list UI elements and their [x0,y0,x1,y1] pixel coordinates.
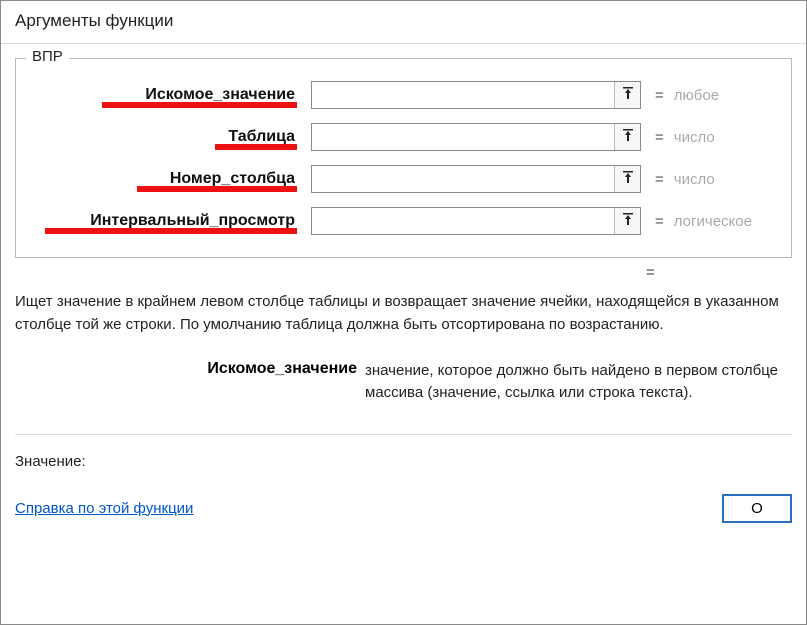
type-hint-table: число [674,129,715,146]
dialog-bottom-row: Справка по этой функции О [1,494,806,537]
function-description: Ищет значение в крайнем левом столбце та… [1,287,806,350]
highlight [215,144,297,150]
arg-label-table: Таблица [24,128,299,146]
parameter-name: Искомое_значение [15,360,365,404]
range-selector-button[interactable] [614,124,640,150]
ok-button[interactable]: О [722,494,792,523]
result-label: Значение: [1,453,806,494]
arg-row-range-lookup: Интервальный_просмотр = логическое [24,207,783,235]
arg-input-table[interactable] [312,124,614,150]
range-selector-icon [621,87,635,104]
arg-row-table: Таблица = число [24,123,783,151]
arg-row-col-index: Номер_столбца = число [24,165,783,193]
equals-sign: = [655,87,664,104]
arg-input-range-lookup[interactable] [312,208,614,234]
type-hint-lookup-value: любое [674,87,719,104]
arg-input-wrap-range-lookup [311,207,641,235]
function-arguments-dialog: Аргументы функции ВПР Искомое_значение [0,0,807,625]
type-hint-range-lookup: логическое [674,213,752,230]
highlight [45,228,297,234]
equals-sign: = [655,129,664,146]
arguments-fieldset: ВПР Искомое_значение [15,58,792,258]
range-selector-button[interactable] [614,82,640,108]
parameter-text: значение, которое должно быть найдено в … [365,360,806,404]
help-link[interactable]: Справка по этой функции [15,500,193,517]
arg-input-wrap-col-index [311,165,641,193]
highlight [137,186,297,192]
highlight [102,102,297,108]
arg-label-range-lookup: Интервальный_просмотр [24,212,299,230]
equals-sign: = [646,264,655,281]
equals-sign: = [655,171,664,188]
arg-label-lookup-value: Искомое_значение [24,86,299,104]
type-hint-col-index: число [674,171,715,188]
range-selector-button[interactable] [614,166,640,192]
arg-row-lookup-value: Искомое_значение = любое [24,81,783,109]
arg-input-lookup-value[interactable] [312,82,614,108]
dialog-title: Аргументы функции [1,1,806,44]
range-selector-icon [621,129,635,146]
divider [15,434,792,435]
function-name-legend: ВПР [26,48,69,65]
arg-input-col-index[interactable] [312,166,614,192]
range-selector-icon [621,171,635,188]
formula-result-preview-row: = [1,258,806,287]
range-selector-icon [621,213,635,230]
arg-input-wrap-lookup-value [311,81,641,109]
equals-sign: = [655,213,664,230]
parameter-description: Искомое_значение значение, которое должн… [1,350,806,434]
arg-input-wrap-table [311,123,641,151]
range-selector-button[interactable] [614,208,640,234]
arg-label-col-index: Номер_столбца [24,170,299,188]
dialog-content: ВПР Искомое_значение [1,44,806,624]
